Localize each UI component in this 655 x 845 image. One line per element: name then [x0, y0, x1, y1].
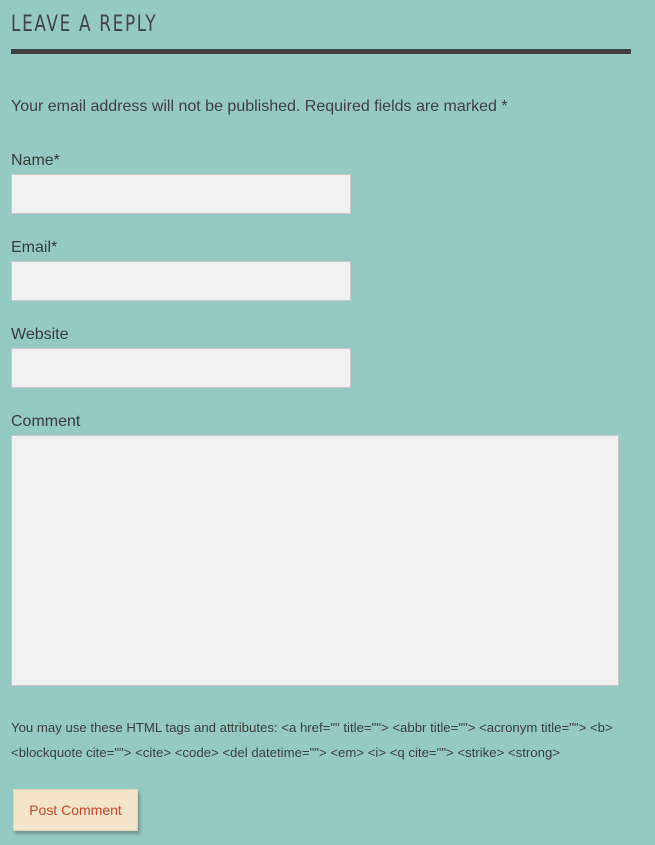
email-field[interactable] — [11, 261, 351, 301]
allowed-tags-note: You may use these HTML tags and attribut… — [11, 720, 613, 760]
website-field[interactable] — [11, 348, 351, 388]
post-comment-button[interactable]: Post Comment — [13, 789, 138, 831]
comment-label: Comment — [11, 413, 81, 430]
name-field[interactable] — [11, 174, 351, 214]
title-divider — [11, 49, 631, 54]
email-label: Email* — [11, 239, 58, 256]
website-label: Website — [11, 326, 69, 343]
name-label: Name* — [11, 152, 60, 169]
reply-title: LEAVE A REPLY — [11, 12, 158, 37]
comment-textarea[interactable] — [11, 435, 619, 686]
comment-notes: Your email address will not be published… — [11, 98, 508, 115]
